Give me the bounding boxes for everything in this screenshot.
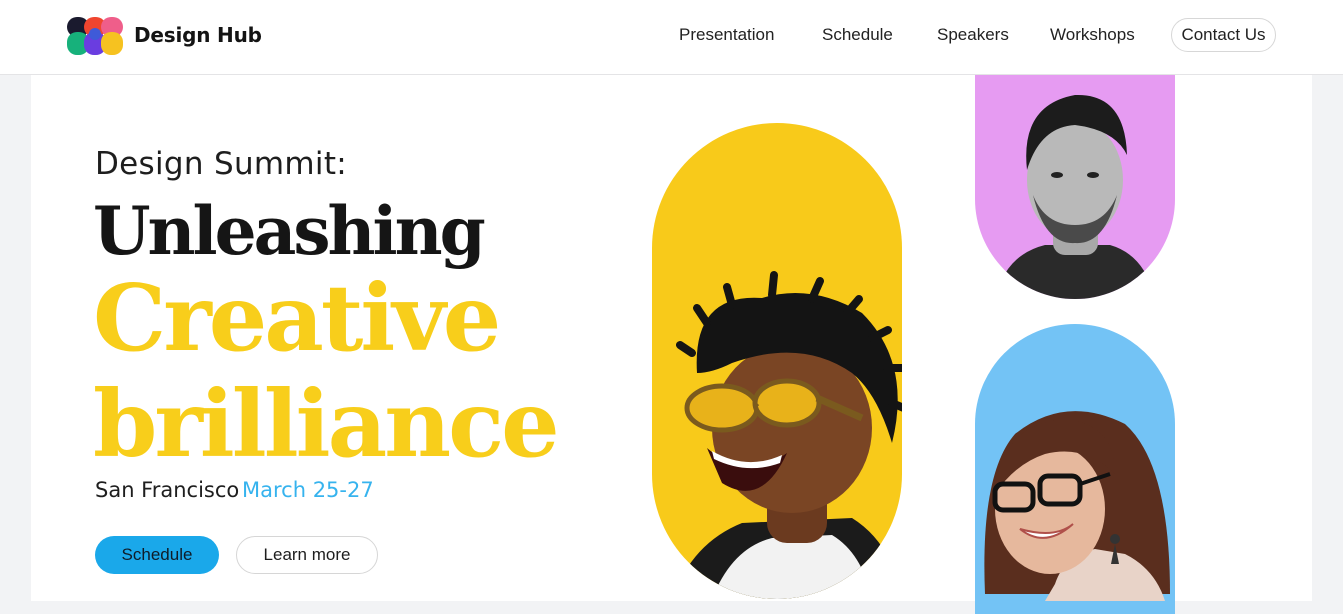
speaker-photo-smiling-woman bbox=[975, 324, 1175, 614]
hero-headline-line-3: brilliance bbox=[93, 370, 560, 478]
brand-name[interactable]: Design Hub bbox=[134, 23, 262, 47]
event-location: San Francisco bbox=[95, 478, 240, 502]
hero-headline-line-1: Unleashing bbox=[93, 192, 486, 270]
nav-presentation[interactable]: Presentation bbox=[679, 24, 774, 46]
hero-subtitle: Design Summit: bbox=[95, 146, 348, 182]
top-header: Design Hub Presentation Schedule Speaker… bbox=[0, 0, 1343, 75]
nav-speakers[interactable]: Speakers bbox=[937, 24, 1009, 46]
learn-more-button[interactable]: Learn more bbox=[236, 536, 378, 574]
event-dates: March 25-27 bbox=[242, 478, 374, 502]
schedule-button[interactable]: Schedule bbox=[95, 536, 219, 574]
nav-schedule[interactable]: Schedule bbox=[822, 24, 893, 46]
speaker-photo-laughing-man bbox=[652, 123, 902, 599]
nav-workshops[interactable]: Workshops bbox=[1050, 24, 1135, 46]
hero-headline-line-2: Creative bbox=[93, 264, 501, 372]
contact-us-button[interactable]: Contact Us bbox=[1171, 18, 1276, 52]
design-hub-logo-icon[interactable] bbox=[67, 17, 123, 55]
speaker-photo-bearded-man bbox=[975, 75, 1175, 299]
